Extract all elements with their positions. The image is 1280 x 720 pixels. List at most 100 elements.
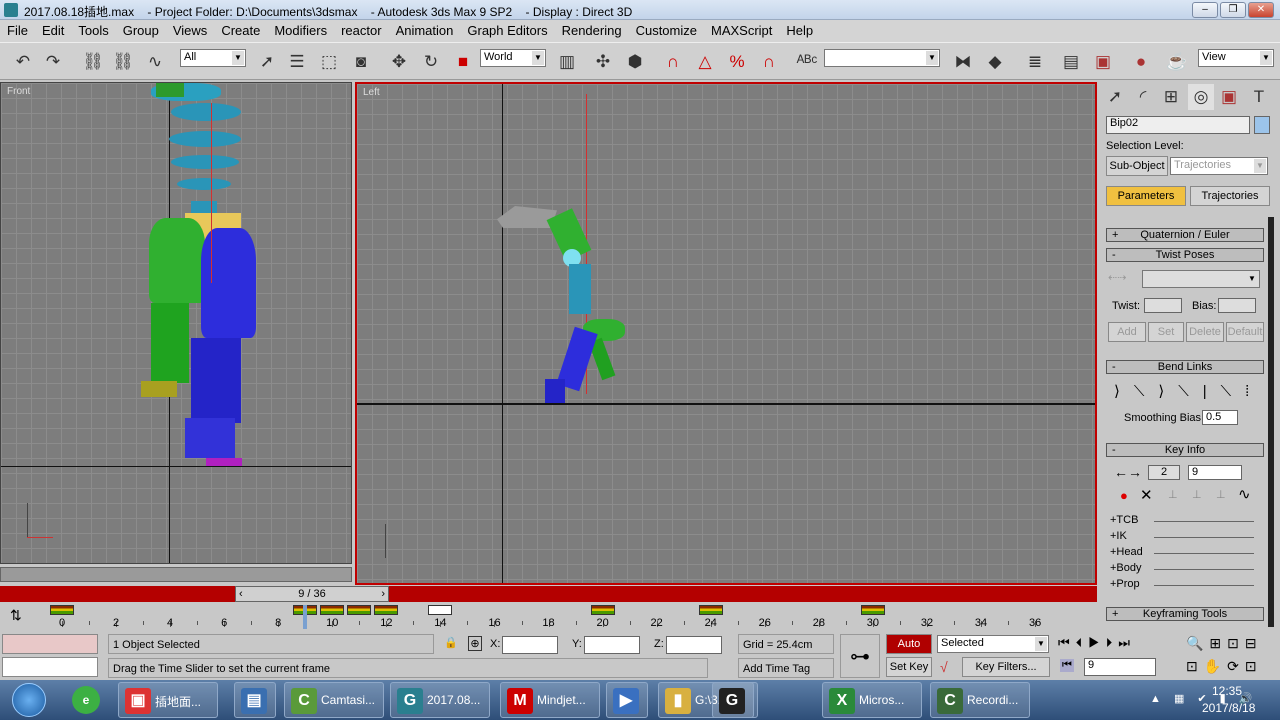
- pivot-icon[interactable]: ▥: [554, 49, 580, 75]
- bind-space-warp-icon[interactable]: ∿: [142, 49, 168, 75]
- menu-group[interactable]: Group: [116, 20, 166, 42]
- menu-file[interactable]: File: [0, 20, 35, 42]
- menu-graph-editors[interactable]: Graph Editors: [460, 20, 554, 42]
- track-key[interactable]: [347, 605, 372, 615]
- keyboard-shortcut-icon[interactable]: ⬢: [622, 49, 648, 75]
- set-planted-key-icon[interactable]: ⊥: [1168, 488, 1178, 501]
- key-info-section[interactable]: +Head: [1110, 546, 1254, 560]
- key-icon[interactable]: ⊶: [840, 634, 880, 678]
- menu-customize[interactable]: Customize: [629, 20, 704, 42]
- object-name-field[interactable]: Bip02: [1106, 116, 1250, 134]
- next-frame-icon[interactable]: ›: [381, 587, 385, 601]
- add-time-tag[interactable]: Add Time Tag: [738, 658, 834, 678]
- taskbar-item[interactable]: C Recordi...: [930, 682, 1030, 718]
- rect-selection-icon[interactable]: ⬚: [316, 49, 342, 75]
- viewport-front[interactable]: Front: [0, 82, 352, 564]
- percent-snap-icon[interactable]: %: [724, 49, 750, 75]
- menu-modifiers[interactable]: Modifiers: [267, 20, 334, 42]
- rollout-bend-links[interactable]: - Bend Links: [1106, 360, 1264, 374]
- taskbar-item[interactable]: X Micros...: [822, 682, 922, 718]
- current-frame-field[interactable]: 9: [1084, 658, 1156, 676]
- taskbar-item[interactable]: ▣ 插地面...: [118, 682, 218, 718]
- twist-add-button[interactable]: Add: [1108, 322, 1146, 342]
- x-coordinate-field[interactable]: [502, 636, 558, 654]
- start-button[interactable]: [12, 683, 46, 717]
- close-button[interactable]: ✕: [1248, 2, 1274, 18]
- menu-create[interactable]: Create: [214, 20, 267, 42]
- default-tangent-icon[interactable]: √: [940, 659, 948, 675]
- sub-object-dropdown[interactable]: Trajectories: [1170, 157, 1268, 175]
- bias-spinner[interactable]: [1218, 298, 1256, 313]
- browser-icon[interactable]: e: [72, 686, 100, 714]
- menu-rendering[interactable]: Rendering: [555, 20, 629, 42]
- render-scene-icon[interactable]: ☕: [1164, 49, 1190, 75]
- menu-edit[interactable]: Edit: [35, 20, 71, 42]
- rollout-key-info[interactable]: - Key Info: [1106, 443, 1264, 457]
- absolute-mode-icon[interactable]: ⊕: [468, 636, 482, 651]
- current-frame-marker[interactable]: [303, 605, 308, 629]
- bend-link-mode-icons[interactable]: ⟩⟍⟩⟍|⟍⁞: [1114, 382, 1263, 400]
- prev-frame-icon[interactable]: ‹: [239, 587, 243, 601]
- select-object-icon[interactable]: ➚: [254, 49, 280, 75]
- named-selection-dropdown[interactable]: [824, 49, 940, 67]
- track-key[interactable]: [860, 605, 885, 615]
- prev-next-key-icon[interactable]: ←→: [1114, 464, 1142, 480]
- redo-icon[interactable]: ↷: [40, 49, 66, 75]
- layer-manager-icon[interactable]: ≣: [1022, 49, 1048, 75]
- panel-scrollbar[interactable]: [1268, 217, 1274, 627]
- auto-key-button[interactable]: Auto Key: [886, 634, 932, 668]
- key-info-section[interactable]: +IK: [1110, 530, 1254, 544]
- key-info-section[interactable]: +TCB: [1110, 514, 1254, 528]
- motion-tab-icon[interactable]: ◎: [1188, 84, 1214, 110]
- window-crossing-icon[interactable]: ◙: [348, 49, 374, 75]
- taskbar-item[interactable]: ▤: [234, 682, 276, 718]
- menu-views[interactable]: Views: [166, 20, 214, 42]
- taskbar-item[interactable]: G: [712, 682, 754, 718]
- utilities-tab-icon[interactable]: T: [1246, 84, 1272, 110]
- clock-date[interactable]: 2017/8/18: [1202, 701, 1255, 715]
- smoothing-bias-spinner[interactable]: 0.5: [1202, 410, 1238, 425]
- sub-object-button[interactable]: Sub-Object: [1106, 156, 1168, 176]
- delete-key-icon[interactable]: ✕: [1140, 486, 1153, 504]
- track-bar[interactable]: ⇅ 0 2 4 6 8 10 12 14 16 18 20 22 24 26 28 30 32 34 36: [0, 603, 1098, 633]
- rollout-twist-poses[interactable]: - Twist Poses: [1106, 248, 1264, 262]
- track-key[interactable]: [374, 605, 399, 615]
- time-config-icon[interactable]: ⏮: [1060, 659, 1074, 672]
- track-key[interactable]: [698, 605, 723, 615]
- menu-help[interactable]: Help: [779, 20, 820, 42]
- taskbar-item[interactable]: C Camtasi...: [284, 682, 384, 718]
- scale-icon[interactable]: ■: [450, 49, 476, 75]
- set-free-key-icon[interactable]: ⊥: [1216, 488, 1226, 501]
- material-editor-icon[interactable]: ●: [1128, 49, 1154, 75]
- rollout-keyframing-tools[interactable]: + Keyframing Tools: [1106, 607, 1264, 621]
- z-coordinate-field[interactable]: [666, 636, 722, 654]
- unlink-icon[interactable]: ⛓: [110, 49, 136, 75]
- set-key-button[interactable]: Set Key: [886, 657, 932, 677]
- track-key[interactable]: [590, 605, 615, 615]
- schematic-view-icon[interactable]: ▣: [1090, 49, 1116, 75]
- clock-time[interactable]: 12:35: [1212, 684, 1242, 698]
- menu-animation[interactable]: Animation: [389, 20, 461, 42]
- curve-editor-mini-icon[interactable]: ⇅: [10, 607, 22, 624]
- reference-coord-dropdown[interactable]: World: [480, 49, 546, 67]
- selection-filter-dropdown[interactable]: All: [180, 49, 246, 67]
- track-key[interactable]: [320, 605, 345, 615]
- select-by-name-icon[interactable]: ☰: [284, 49, 310, 75]
- menu-tools[interactable]: Tools: [71, 20, 115, 42]
- edit-named-selection-icon[interactable]: ᴬᴮᶜ: [794, 49, 820, 75]
- taskbar-item[interactable]: G 2017.08...: [390, 682, 490, 718]
- rollout-quaternion-euler[interactable]: + Quaternion / Euler: [1106, 228, 1264, 242]
- track-key-selected[interactable]: [428, 605, 453, 615]
- taskbar-item[interactable]: ▶: [606, 682, 648, 718]
- menu-maxscript[interactable]: MAXScript: [704, 20, 779, 42]
- mirror-icon[interactable]: ⧓: [950, 49, 976, 75]
- align-icon[interactable]: ◆: [982, 49, 1008, 75]
- twist-pose-dropdown[interactable]: [1142, 270, 1260, 288]
- maxscript-input-mini[interactable]: [2, 657, 98, 677]
- viewport-nav-top[interactable]: 🔍⊞⊡⊟: [1186, 635, 1263, 652]
- set-sliding-key-icon[interactable]: ⊥: [1192, 488, 1202, 501]
- time-slider-thumb[interactable]: ‹ 9 / 36 ›: [235, 586, 389, 602]
- object-color-swatch[interactable]: [1254, 116, 1270, 134]
- track-key[interactable]: [50, 605, 74, 615]
- display-tab-icon[interactable]: ▣: [1216, 84, 1242, 110]
